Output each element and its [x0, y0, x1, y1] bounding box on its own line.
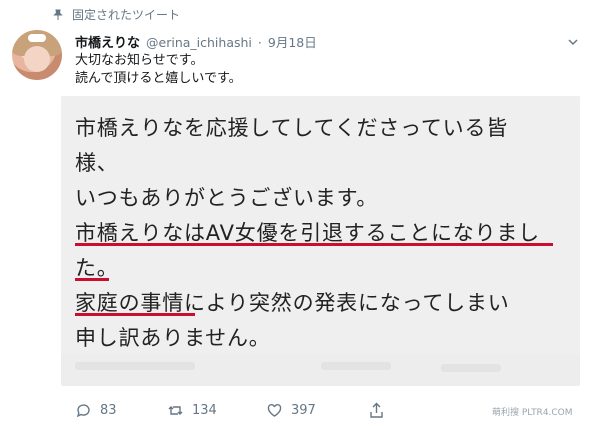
- image-notice: 市橋えりなを応援してしてくださっている皆 様、 いつもありがとうございます。 市…: [61, 96, 580, 354]
- pinned-text: 固定されたツイート: [72, 8, 181, 22]
- like-icon: [267, 403, 282, 417]
- chevron-down-icon[interactable]: [567, 36, 579, 48]
- retweet-button[interactable]: 134: [167, 402, 266, 419]
- tweet-line: 大切なお知らせです。: [75, 53, 204, 68]
- author-name[interactable]: 市橋えりな: [75, 32, 140, 51]
- reply-count: 83: [100, 403, 117, 418]
- pin-icon: [53, 9, 63, 20]
- tweet-date[interactable]: 9月18日: [268, 32, 317, 51]
- like-button[interactable]: 397: [266, 402, 368, 419]
- notice-line: 市橋えりなを応援してしてくださっている皆: [75, 116, 509, 140]
- notice-line: 様、: [75, 151, 119, 175]
- tweet-header: 市橋えりな @erina_ichihashi · 9月18日: [75, 32, 317, 51]
- reply-icon: [76, 404, 90, 418]
- watermark: 萌利搜 PLTR4.COM: [492, 408, 573, 418]
- like-count: 397: [291, 403, 316, 418]
- share-button[interactable]: [368, 402, 385, 419]
- tweet-actions: 83 134 397: [75, 402, 385, 419]
- reply-button[interactable]: 83: [75, 402, 167, 419]
- retweet-count: 134: [192, 403, 217, 418]
- underline: [75, 313, 195, 316]
- tweet-image[interactable]: 市橋えりなを応援してしてくださっている皆 様、 いつもありがとうございます。 市…: [61, 96, 580, 386]
- avatar[interactable]: [12, 30, 62, 80]
- author-handle[interactable]: @erina_ichihashi: [146, 35, 252, 50]
- notice-line: 申し訳ありません。: [75, 326, 271, 350]
- retweet-icon: [168, 406, 183, 415]
- tweet-line: 読んで頂けると嬉しいです。: [75, 71, 242, 86]
- pinned-tweet-label: 固定されたツイート: [52, 6, 180, 23]
- notice-line: いつもありがとうございます。: [75, 186, 379, 210]
- underline: [75, 278, 109, 281]
- underline: [75, 243, 553, 246]
- separator: ·: [257, 35, 262, 50]
- tweet-text: 大切なお知らせです。 読んで頂けると嬉しいです。: [75, 52, 242, 88]
- share-icon: [370, 402, 383, 418]
